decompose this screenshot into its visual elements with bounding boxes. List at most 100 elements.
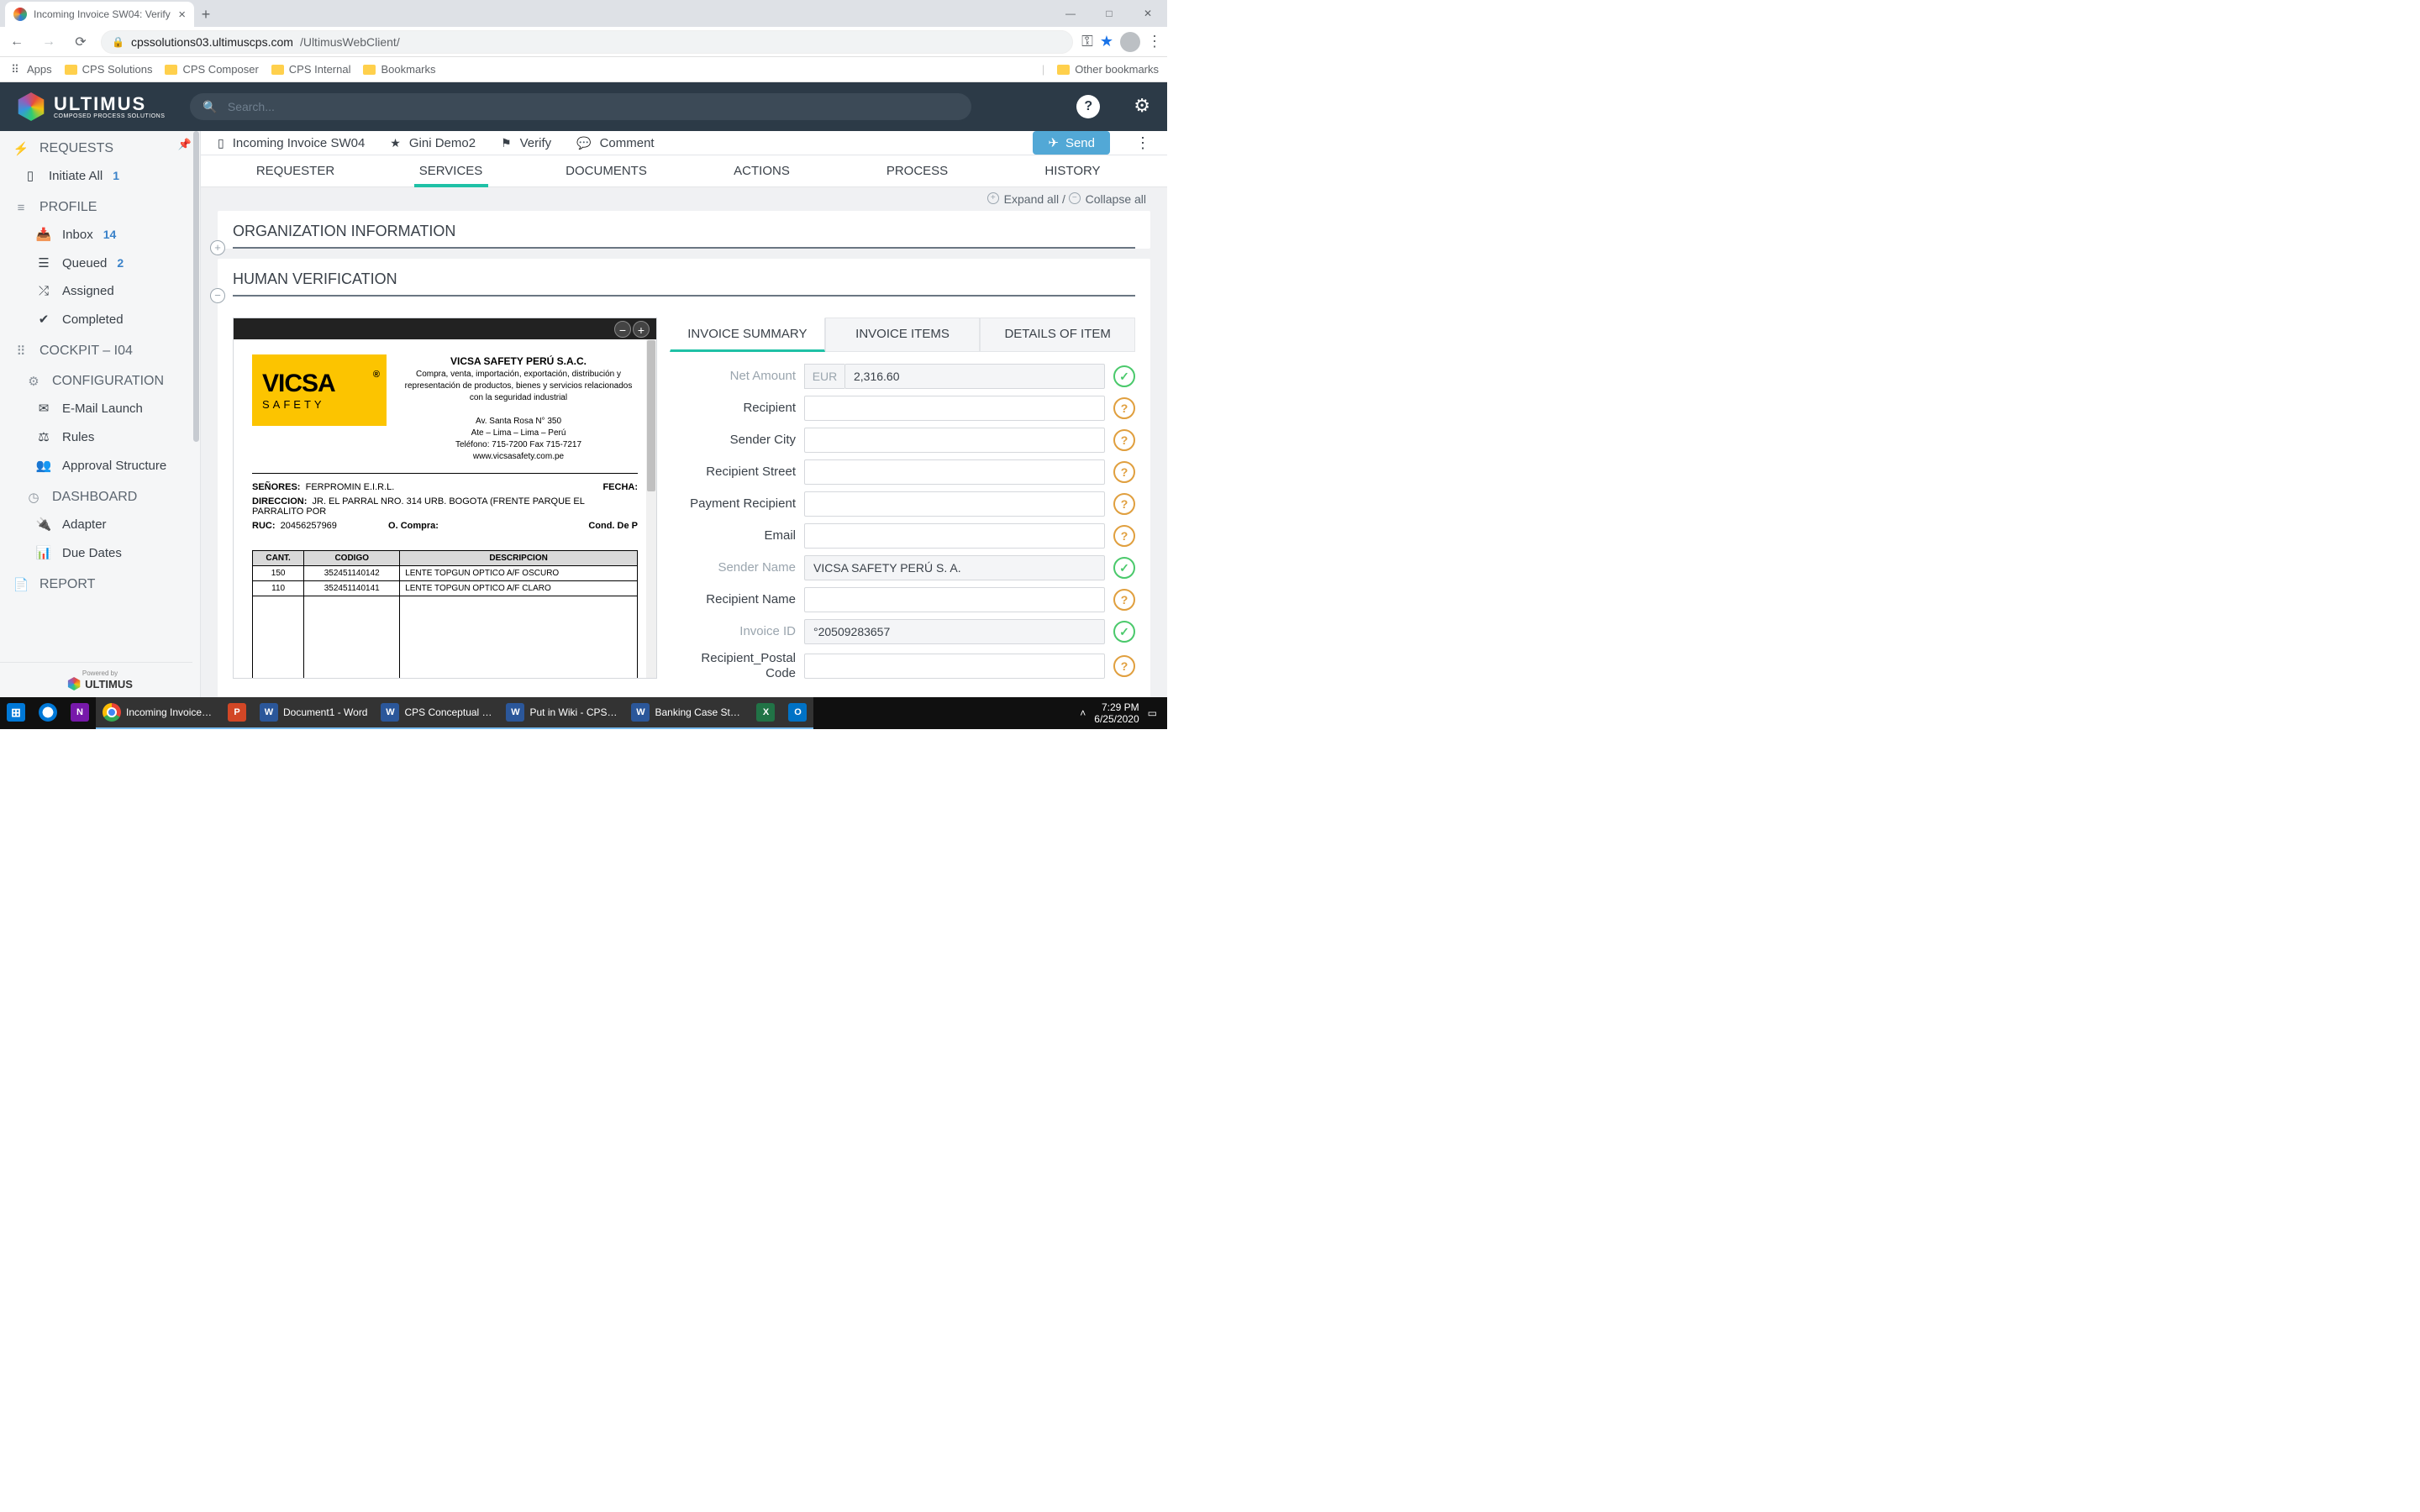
- email-field[interactable]: [804, 523, 1105, 549]
- zoom-in-icon[interactable]: +: [633, 321, 650, 338]
- back-icon[interactable]: ←: [5, 30, 29, 54]
- browser-tab[interactable]: Incoming Invoice SW04: Verify ×: [5, 2, 194, 27]
- sb-section-profile[interactable]: ≡PROFILE: [0, 190, 200, 220]
- status-help-icon[interactable]: ?: [1113, 589, 1135, 611]
- payment-recipient-field[interactable]: [804, 491, 1105, 517]
- status-ok-icon[interactable]: ✓: [1113, 621, 1135, 643]
- sb-inbox[interactable]: 📥Inbox14: [0, 220, 200, 249]
- bookmark-item[interactable]: CPS Internal: [271, 63, 351, 76]
- sb-assigned[interactable]: ⤮Assigned: [0, 277, 200, 305]
- help-icon[interactable]: ?: [1076, 95, 1100, 118]
- sb-section-dashboard[interactable]: ◷DASHBOARD: [0, 480, 200, 510]
- taskbar-word[interactable]: WBanking Case Study...: [624, 697, 750, 729]
- gauge-icon: ◷: [25, 490, 42, 505]
- recipient-postal-field[interactable]: [804, 654, 1105, 679]
- doc-scrollbar[interactable]: [647, 340, 655, 491]
- system-tray[interactable]: ˄: [1080, 707, 1086, 719]
- search-input[interactable]: [228, 100, 960, 113]
- search-field[interactable]: 🔍: [190, 93, 971, 120]
- taskbar-outlook[interactable]: O: [781, 697, 813, 729]
- key-icon[interactable]: ⚿: [1081, 33, 1093, 50]
- taskbar-powerpoint[interactable]: P: [221, 697, 253, 729]
- form-tab-details[interactable]: DETAILS OF ITEM: [980, 318, 1135, 352]
- status-ok-icon[interactable]: ✓: [1113, 365, 1135, 387]
- form-tab-summary[interactable]: INVOICE SUMMARY: [670, 318, 825, 352]
- excel-icon: X: [756, 703, 775, 722]
- status-help-icon[interactable]: ?: [1113, 655, 1135, 677]
- sb-section-cockpit[interactable]: ⠿COCKPIT – I04: [0, 333, 200, 364]
- reload-icon[interactable]: ⟳: [69, 30, 92, 54]
- sb-section-requests[interactable]: ⚡REQUESTS: [0, 131, 200, 161]
- recipient-name-field[interactable]: [804, 587, 1105, 612]
- status-help-icon[interactable]: ?: [1113, 493, 1135, 515]
- bookmark-item[interactable]: CPS Composer: [165, 63, 258, 76]
- form-tab-items[interactable]: INVOICE ITEMS: [825, 318, 981, 352]
- gear-icon[interactable]: ⚙: [1134, 95, 1150, 118]
- sb-adapter[interactable]: 🔌Adapter: [0, 510, 200, 538]
- tab-history[interactable]: HISTORY: [995, 155, 1150, 186]
- status-help-icon[interactable]: ?: [1113, 461, 1135, 483]
- chevron-up-icon[interactable]: ˄: [1080, 707, 1086, 719]
- apps-shortcut[interactable]: ⠿Apps: [8, 63, 52, 76]
- taskbar-label: Incoming Invoice S...: [126, 706, 214, 718]
- sb-queued[interactable]: ☰Queued2: [0, 249, 200, 277]
- send-button[interactable]: ✈Send: [1033, 131, 1110, 155]
- sb-approval-structure[interactable]: 👥Approval Structure: [0, 451, 200, 480]
- section-toggle-icon[interactable]: −: [210, 288, 225, 303]
- field-label: Invoice ID: [670, 624, 796, 639]
- bookmark-item[interactable]: Bookmarks: [363, 63, 435, 76]
- bookmark-item[interactable]: CPS Solutions: [65, 63, 153, 76]
- kebab-icon[interactable]: ⋮: [1135, 134, 1150, 152]
- sb-section-report[interactable]: 📄REPORT: [0, 567, 200, 597]
- new-tab-button[interactable]: +: [194, 2, 218, 27]
- document-page[interactable]: VICSA ® SAFETY VICSA SAFETY PERÚ S.A.C. …: [234, 339, 656, 678]
- onenote-button[interactable]: N: [64, 697, 96, 729]
- close-window-icon[interactable]: ✕: [1128, 0, 1167, 27]
- taskbar-excel[interactable]: X: [750, 697, 781, 729]
- taskbar-chrome[interactable]: Incoming Invoice S...: [96, 697, 221, 729]
- menu-icon[interactable]: ⋮: [1147, 33, 1162, 50]
- comment-button[interactable]: 💬Comment: [576, 136, 654, 150]
- zoom-out-icon[interactable]: −: [614, 321, 631, 338]
- sidebar-scrollbar[interactable]: [193, 131, 199, 442]
- expand-all-button[interactable]: + Expand all: [987, 192, 1059, 206]
- close-icon[interactable]: ×: [178, 8, 186, 22]
- sb-due-dates[interactable]: 📊Due Dates: [0, 538, 200, 567]
- tab-documents[interactable]: DOCUMENTS: [529, 155, 684, 186]
- status-help-icon[interactable]: ?: [1113, 397, 1135, 419]
- clock[interactable]: 7:29 PM6/25/2020: [1094, 701, 1139, 726]
- taskbar-word[interactable]: WCPS Conceptual Ov...: [374, 697, 499, 729]
- sender-city-field[interactable]: [804, 428, 1105, 453]
- maximize-icon[interactable]: □: [1090, 0, 1128, 27]
- sb-completed[interactable]: ✔Completed: [0, 305, 200, 333]
- tab-requester[interactable]: REQUESTER: [218, 155, 373, 186]
- sb-initiate-all[interactable]: ▯Initiate All1: [0, 161, 200, 190]
- recipient-street-field[interactable]: [804, 459, 1105, 485]
- sb-rules[interactable]: ⚖Rules: [0, 423, 200, 451]
- tab-actions[interactable]: ACTIONS: [684, 155, 839, 186]
- minimize-icon[interactable]: —: [1051, 0, 1090, 27]
- tab-services[interactable]: SERVICES: [373, 155, 529, 186]
- bolt-icon: ⚡: [13, 141, 29, 156]
- app-logo[interactable]: ULTIMUS COMPOSED PROCESS SOLUTIONS: [17, 92, 165, 121]
- forward-icon[interactable]: →: [37, 30, 60, 54]
- url-input[interactable]: 🔒 cpssolutions03.ultimuscps.com/UltimusW…: [101, 30, 1073, 54]
- sb-email-launch[interactable]: ✉E-Mail Launch: [0, 394, 200, 423]
- sb-section-configuration[interactable]: ⚙CONFIGURATION: [0, 364, 200, 394]
- section-toggle-icon[interactable]: +: [210, 240, 225, 255]
- pin-icon[interactable]: 📌: [178, 138, 192, 151]
- star-icon[interactable]: ★: [1100, 33, 1113, 50]
- cortana-button[interactable]: [32, 697, 64, 729]
- notification-icon[interactable]: ▭: [1148, 707, 1157, 719]
- tab-process[interactable]: PROCESS: [839, 155, 995, 186]
- taskbar-word[interactable]: WPut in Wiki - CPS In...: [499, 697, 624, 729]
- collapse-all-button[interactable]: − Collapse all: [1069, 192, 1146, 206]
- status-ok-icon[interactable]: ✓: [1113, 557, 1135, 579]
- status-help-icon[interactable]: ?: [1113, 525, 1135, 547]
- start-button[interactable]: ⊞: [0, 697, 32, 729]
- taskbar-word[interactable]: WDocument1 - Word: [253, 697, 374, 729]
- status-help-icon[interactable]: ?: [1113, 429, 1135, 451]
- profile-icon[interactable]: [1120, 32, 1140, 52]
- other-bookmarks[interactable]: Other bookmarks: [1057, 63, 1159, 76]
- recipient-field[interactable]: [804, 396, 1105, 421]
